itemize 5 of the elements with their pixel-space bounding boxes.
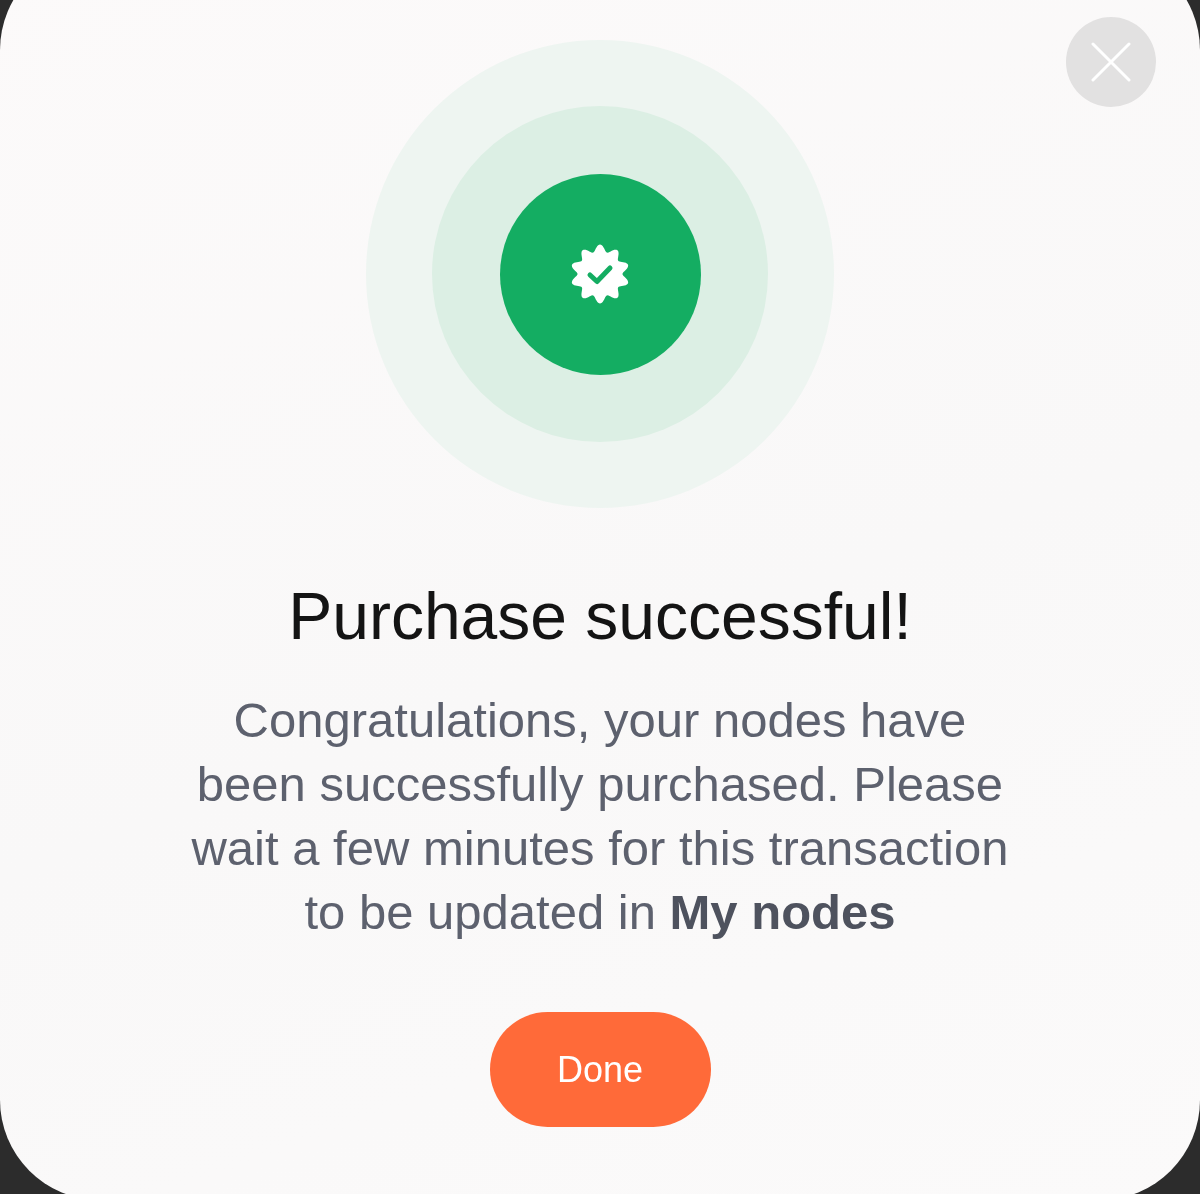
check-badge-icon bbox=[570, 244, 630, 304]
close-icon bbox=[1091, 42, 1131, 82]
dialog-message: Congratulations, your nodes have been successfully purchased. Please wait a few minutes for this transaction to be updated in My nodes bbox=[190, 692, 1010, 941]
dialog-title: Purchase successful! bbox=[287, 580, 913, 652]
done-button[interactable]: Done bbox=[489, 1012, 711, 1127]
